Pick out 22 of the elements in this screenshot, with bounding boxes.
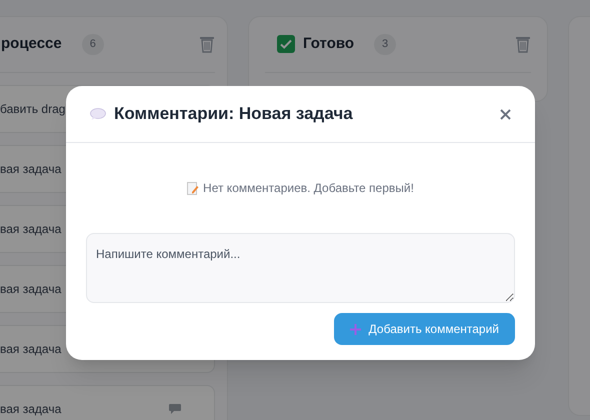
speech-bubble-icon	[90, 108, 106, 120]
card-title: бавить drag	[0, 100, 66, 118]
count-badge: 6	[82, 34, 104, 54]
task-card[interactable]: вая задача	[0, 384, 215, 420]
close-icon[interactable]	[500, 108, 511, 120]
dialog-title: Комментарии: Новая задача	[114, 103, 353, 126]
add-comment-button[interactable]: Добавить комментарий	[334, 313, 515, 345]
card-title: вая задача	[0, 280, 62, 298]
speech-bubble-icon[interactable]	[168, 402, 182, 414]
card-title: вая задача	[0, 160, 62, 178]
trash-icon[interactable]	[199, 35, 215, 54]
column-title: Готово	[303, 34, 354, 54]
empty-state-text: Нет комментариев. Добавьте первый!	[203, 180, 414, 197]
card-title: вая задача	[0, 220, 62, 238]
memo-icon	[187, 182, 200, 194]
card-title: вая задача	[0, 340, 62, 358]
card-title: вая задача	[0, 400, 62, 418]
trash-icon[interactable]	[515, 35, 531, 54]
column-title: роцессе	[1, 34, 62, 54]
plus-icon	[350, 324, 361, 334]
comment-input[interactable]: Напишите комментарий...	[86, 233, 515, 303]
count-badge: 3	[374, 34, 396, 54]
